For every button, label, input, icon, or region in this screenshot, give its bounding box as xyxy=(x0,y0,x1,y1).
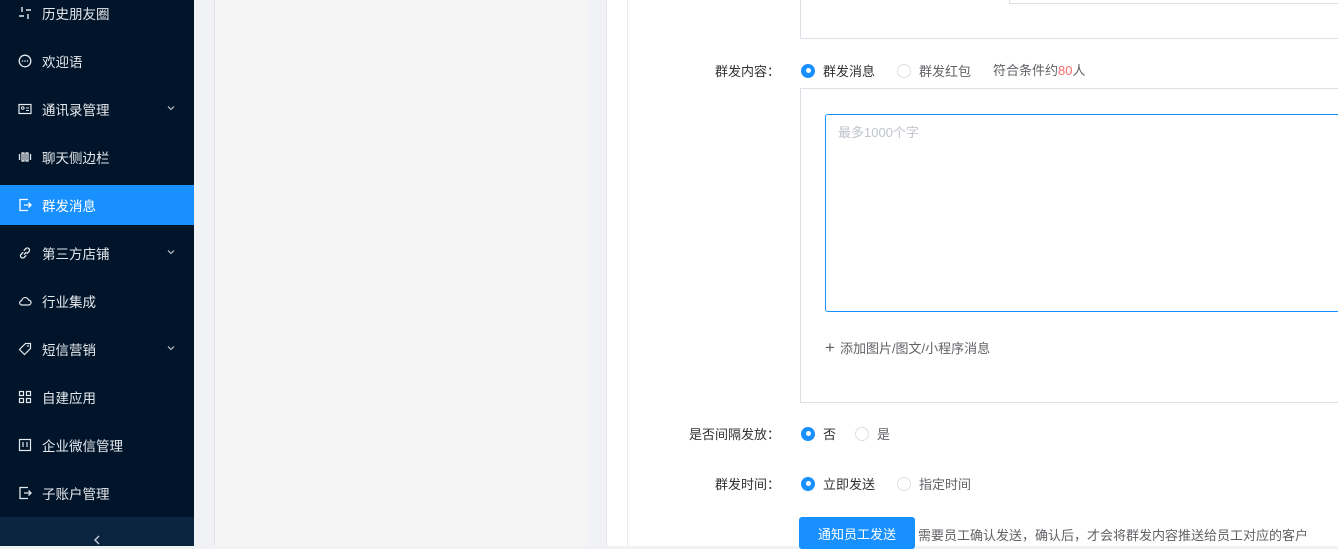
divider xyxy=(627,0,628,546)
sidebar-item-mass-message[interactable]: 群发消息 xyxy=(0,185,194,225)
sidebar-item-history-moments[interactable]: 历史朋友圈 xyxy=(0,0,194,33)
sidebar-item-label: 聊天侧边栏 xyxy=(42,151,110,166)
sidebar-item-contacts[interactable]: 通讯录管理 xyxy=(0,89,194,129)
link-icon xyxy=(18,246,32,260)
chat-bubble-icon xyxy=(18,54,32,68)
plus-icon: + xyxy=(825,338,835,357)
sidebar-collapse-button[interactable] xyxy=(0,517,194,546)
chevron-down-icon xyxy=(167,346,175,351)
radio-label: 群发红包 xyxy=(919,64,972,79)
sidebar-bars-icon xyxy=(18,150,32,164)
notify-hint-text: 需要员工确认发送，确认后，才会将群发内容推送给员工对应的客户 xyxy=(918,528,1309,543)
sidebar-item-wecom[interactable]: 企业微信管理 xyxy=(0,425,194,465)
sidebar-item-label: 第三方店铺 xyxy=(42,247,110,262)
sidebar-item-industry[interactable]: 行业集成 xyxy=(0,281,194,321)
radio-interval-yes[interactable]: 是 xyxy=(855,424,890,443)
radio-dot xyxy=(897,476,911,491)
eligible-suffix: 人 xyxy=(1072,63,1086,78)
radio-label: 立即发送 xyxy=(823,477,876,492)
radio-label: 否 xyxy=(823,427,837,442)
add-attachment-button[interactable]: + 添加图片/图文/小程序消息 xyxy=(825,338,990,357)
contact-card-icon xyxy=(18,102,32,116)
radio-dot xyxy=(801,63,815,78)
radio-red-packet[interactable]: 群发红包 xyxy=(897,61,971,80)
sidebar-item-label: 短信营销 xyxy=(42,343,96,358)
message-textarea[interactable] xyxy=(825,114,1338,312)
chevron-left-icon xyxy=(94,535,100,545)
sidebar-item-label: 群发消息 xyxy=(42,199,96,214)
content-type-label: 群发内容： xyxy=(714,64,780,79)
sidebar-item-sub-accounts[interactable]: 子账户管理 xyxy=(0,473,194,513)
sidebar-item-sms[interactable]: 短信营销 xyxy=(0,329,194,369)
export-icon xyxy=(18,486,32,500)
sidebar-item-custom-apps[interactable]: 自建应用 xyxy=(0,377,194,417)
sidebar-item-label: 通讯录管理 xyxy=(42,103,110,118)
spacer xyxy=(194,0,214,546)
spacer xyxy=(588,0,606,546)
moments-icon xyxy=(18,6,32,20)
upper-input-edge xyxy=(1009,0,1338,4)
radio-interval-no[interactable]: 否 xyxy=(801,424,836,443)
chevron-down-icon xyxy=(167,106,175,111)
upper-section-box xyxy=(800,0,1338,39)
sidebar-item-chat-sidebar[interactable]: 聊天侧边栏 xyxy=(0,137,194,177)
radio-dot xyxy=(855,426,869,441)
building-icon xyxy=(18,438,32,452)
sidebar-item-label: 自建应用 xyxy=(42,391,96,406)
sidebar-item-label: 子账户管理 xyxy=(42,487,110,502)
chevron-down-icon xyxy=(167,250,175,255)
export-icon xyxy=(18,198,32,212)
add-attachment-label: 添加图片/图文/小程序消息 xyxy=(839,341,991,356)
sidebar-item-label: 企业微信管理 xyxy=(42,439,123,454)
radio-label: 指定时间 xyxy=(919,477,972,492)
radio-dot xyxy=(801,476,815,491)
sidebar-item-welcome[interactable]: 欢迎语 xyxy=(0,41,194,81)
grid-icon xyxy=(18,390,32,404)
interval-label: 是否间隔发放： xyxy=(688,427,780,442)
sidebar-item-third-party-shop[interactable]: 第三方店铺 xyxy=(0,233,194,273)
radio-mass-message[interactable]: 群发消息 xyxy=(801,61,875,80)
sidebar-item-label: 欢迎语 xyxy=(42,55,83,70)
sidebar: 历史朋友圈 欢迎语 通讯录管理 聊天侧边栏 群发消息 第三方店铺 行业集成 短信… xyxy=(0,0,194,546)
radio-dot xyxy=(897,63,911,78)
radio-scheduled-time[interactable]: 指定时间 xyxy=(897,474,971,493)
notify-staff-button[interactable]: 通知员工发送 xyxy=(799,517,915,549)
radio-label: 群发消息 xyxy=(823,64,876,79)
eligible-prefix: 符合条件约 xyxy=(993,63,1059,78)
radio-send-now[interactable]: 立即发送 xyxy=(801,474,875,493)
sidebar-item-label: 历史朋友圈 xyxy=(42,7,110,22)
tag-icon xyxy=(18,342,32,356)
preview-panel xyxy=(214,0,589,546)
sidebar-item-label: 行业集成 xyxy=(42,295,96,310)
eligible-count: 80 xyxy=(1058,63,1073,78)
send-time-label: 群发时间： xyxy=(714,477,780,492)
radio-dot xyxy=(801,426,815,441)
cloud-icon xyxy=(18,294,32,308)
eligible-count-text: 符合条件约80人 xyxy=(993,60,1086,79)
radio-label: 是 xyxy=(877,427,891,442)
